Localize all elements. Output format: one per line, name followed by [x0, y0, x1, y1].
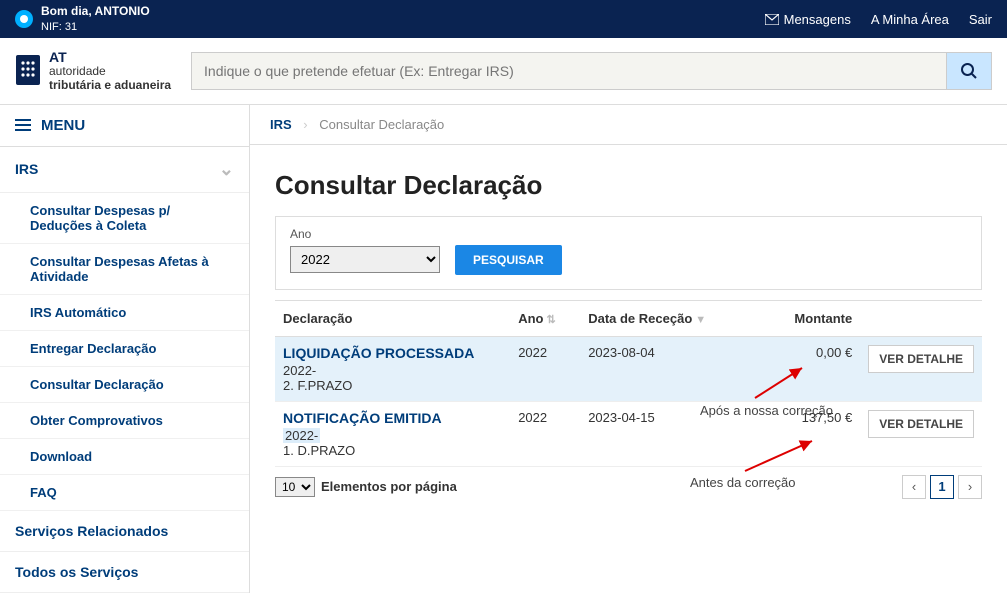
user-avatar-icon	[15, 10, 33, 28]
sidebar-item-despesas-atividade[interactable]: Consultar Despesas Afetas à Atividade	[0, 244, 249, 295]
next-page-button[interactable]: ›	[958, 475, 982, 499]
cell-montante: 0,00 €	[750, 336, 860, 401]
search-icon	[960, 62, 978, 80]
declaration-status-link[interactable]: NOTIFICAÇÃO EMITIDA	[283, 410, 502, 426]
sidebar-section-irs[interactable]: IRS ⌄	[0, 147, 249, 193]
cell-data: 2023-08-04	[580, 336, 750, 401]
search-wrap	[191, 52, 992, 90]
nif-text: NIF: 31	[41, 20, 150, 34]
user-info: Bom dia, ANTONIO NIF: 31	[41, 4, 150, 34]
container: MENU IRS ⌄ Consultar Despesas p/ Deduçõe…	[0, 104, 1007, 593]
sidebar-item-despesas-deducoes[interactable]: Consultar Despesas p/ Deduções à Coleta	[0, 193, 249, 244]
col-ano[interactable]: Ano⇅	[510, 301, 580, 337]
sort-icon: ⇅	[546, 314, 555, 326]
ver-detalhe-button[interactable]: VER DETALHE	[868, 410, 974, 438]
topbar-links: Mensagens A Minha Área Sair	[765, 12, 992, 27]
declaration-id: 2022-	[283, 363, 316, 378]
declaration-status-link[interactable]: LIQUIDAÇÃO PROCESSADA	[283, 345, 502, 361]
breadcrumb: IRS › Consultar Declaração	[250, 104, 1007, 145]
table-row: LIQUIDAÇÃO PROCESSADA 2022- 2. F.PRAZO 2…	[275, 336, 982, 401]
logout-link[interactable]: Sair	[969, 12, 992, 27]
per-page-label: Elementos por página	[321, 479, 457, 494]
menu-toggle[interactable]: MENU	[0, 104, 249, 147]
greeting-text: Bom dia, ANTONIO	[41, 4, 150, 20]
pagination: ‹ 1 ›	[902, 475, 982, 499]
logo-shield-icon	[15, 54, 41, 88]
declaration-prazo: 1. D.PRAZO	[283, 443, 355, 458]
prev-page-button[interactable]: ‹	[902, 475, 926, 499]
breadcrumb-current: Consultar Declaração	[319, 117, 444, 132]
ver-detalhe-button[interactable]: VER DETALHE	[868, 345, 974, 373]
sidebar-item-download[interactable]: Download	[0, 439, 249, 475]
sidebar-todos-servicos[interactable]: Todos os Serviços	[0, 552, 249, 593]
logo[interactable]: AT autoridade tributária e aduaneira	[15, 50, 171, 92]
col-data[interactable]: Data de Receção▼	[580, 301, 750, 337]
header: AT autoridade tributária e aduaneira	[0, 38, 1007, 104]
page-1-button[interactable]: 1	[930, 475, 954, 499]
sidebar-item-faq[interactable]: FAQ	[0, 475, 249, 511]
cell-montante: 137,50 €	[750, 401, 860, 466]
logo-text: AT autoridade tributária e aduaneira	[49, 50, 171, 92]
user-area: Bom dia, ANTONIO NIF: 31	[15, 4, 150, 34]
sidebar: MENU IRS ⌄ Consultar Despesas p/ Deduçõe…	[0, 104, 250, 593]
declaration-prazo: 2. F.PRAZO	[283, 378, 352, 393]
submenu: Consultar Despesas p/ Deduções à Coleta …	[0, 193, 249, 511]
col-declaracao[interactable]: Declaração	[275, 301, 510, 337]
sidebar-item-obter-comprovativos[interactable]: Obter Comprovativos	[0, 403, 249, 439]
breadcrumb-separator-icon: ›	[303, 117, 307, 132]
breadcrumb-irs[interactable]: IRS	[270, 117, 292, 132]
page-title: Consultar Declaração	[250, 145, 1007, 216]
cell-ano: 2022	[510, 401, 580, 466]
table-row: NOTIFICAÇÃO EMITIDA 2022- 1. D.PRAZO 202…	[275, 401, 982, 466]
my-area-link[interactable]: A Minha Área	[871, 12, 949, 27]
search-button[interactable]	[946, 52, 992, 90]
declarations-table: Declaração Ano⇅ Data de Receção▼ Montant…	[275, 301, 982, 467]
search-declarations-button[interactable]: PESQUISAR	[455, 245, 562, 275]
table-footer: 10 Elementos por página ‹ 1 ›	[250, 467, 1007, 507]
per-page-select[interactable]: 10	[275, 477, 315, 497]
sort-icon: ▼	[695, 314, 706, 326]
search-input[interactable]	[191, 52, 946, 90]
sidebar-item-irs-automatico[interactable]: IRS Automático	[0, 295, 249, 331]
sidebar-item-entregar-declaracao[interactable]: Entregar Declaração	[0, 331, 249, 367]
main: IRS › Consultar Declaração Consultar Dec…	[250, 104, 1007, 593]
filter-box: Ano 2022 PESQUISAR	[275, 216, 982, 290]
topbar: Bom dia, ANTONIO NIF: 31 Mensagens A Min…	[0, 0, 1007, 38]
declaration-id: 2022-	[283, 428, 320, 443]
sidebar-item-consultar-declaracao[interactable]: Consultar Declaração	[0, 367, 249, 403]
filter-year-label: Ano	[290, 227, 967, 241]
cell-data: 2023-04-15	[580, 401, 750, 466]
envelope-icon	[765, 14, 779, 25]
messages-link[interactable]: Mensagens	[765, 12, 851, 27]
table-wrap: Declaração Ano⇅ Data de Receção▼ Montant…	[275, 300, 982, 467]
sidebar-servicos-relacionados[interactable]: Serviços Relacionados	[0, 511, 249, 552]
year-select[interactable]: 2022	[290, 246, 440, 273]
cell-ano: 2022	[510, 336, 580, 401]
hamburger-icon	[15, 119, 31, 131]
col-montante[interactable]: Montante	[750, 301, 860, 337]
chevron-down-icon: ⌄	[219, 159, 234, 180]
